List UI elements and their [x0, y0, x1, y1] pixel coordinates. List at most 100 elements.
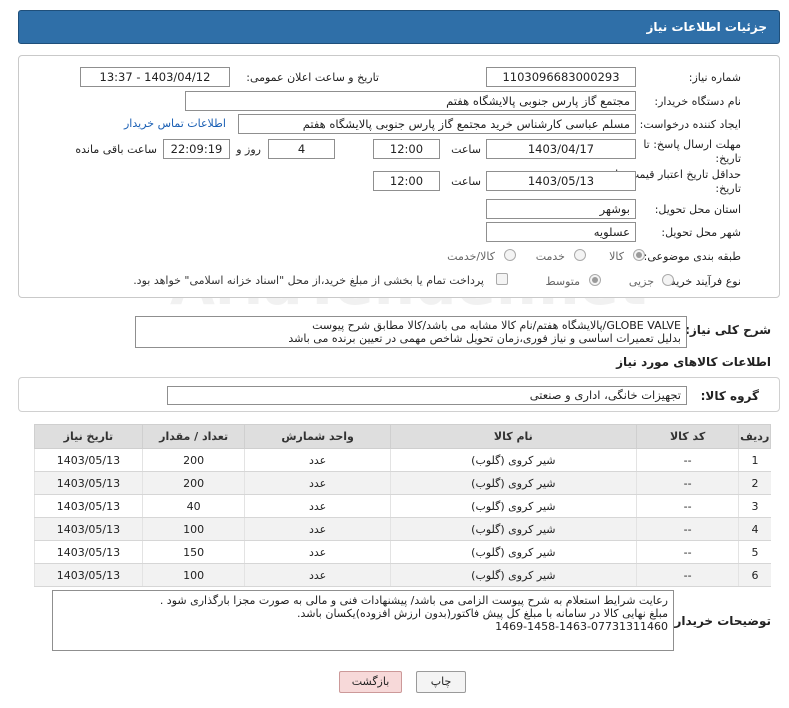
province-field: بوشهر [486, 199, 636, 219]
item-unit: عدد [244, 517, 391, 541]
deadline-time-label: ساعت [451, 143, 481, 156]
item-code: -- [635, 448, 739, 472]
validity-time-label: ساعت [451, 175, 481, 188]
category-both-radio[interactable] [504, 249, 516, 261]
remaining-label: ساعت باقی مانده [75, 143, 157, 156]
category-both-label: کالا/خدمت [447, 250, 495, 263]
goods-section-title: اطلاعات کالاهای مورد نیاز [616, 355, 771, 369]
row-number: 2 [738, 471, 771, 495]
table-row: 5 -- شیر کروی (گلوب) عدد 150 1403/05/13 [34, 540, 771, 564]
col-name-header: نام کالا [389, 424, 637, 449]
table-row: 3 -- شیر کروی (گلوب) عدد 40 1403/05/13 [34, 494, 771, 518]
category-goods-label: کالا [609, 250, 624, 263]
item-qty: 200 [141, 471, 245, 495]
announce-field: 1403/04/12 - 13:37 [80, 67, 230, 87]
row-number: 1 [738, 448, 771, 472]
table-row: 6 -- شیر کروی (گلوب) عدد 100 1403/05/13 [34, 563, 771, 587]
process-minor-radio[interactable] [662, 274, 674, 286]
buyer-notes-line-1: رعایت شرایط استعلام به شرح پیوست الزامی … [159, 594, 668, 607]
goods-group-label: گروه کالا: [700, 389, 759, 403]
goods-table: ردیف کد کالا نام کالا واحد شمارش تعداد /… [34, 424, 771, 587]
city-label: شهر محل تحویل: [661, 226, 741, 239]
category-service-radio[interactable] [574, 249, 586, 261]
page-header: جزئیات اطلاعات نیاز [18, 10, 780, 44]
item-code: -- [635, 563, 739, 587]
item-code: -- [635, 494, 739, 518]
category-goods-radio[interactable] [633, 249, 645, 261]
item-date: 1403/05/13 [34, 494, 143, 518]
announce-label: تاریخ و ساعت اعلان عمومی: [246, 71, 379, 84]
requester-field: مسلم عباسی کارشناس خرید مجتمع گاز پارس ج… [238, 114, 636, 134]
contact-buyer-link[interactable]: اطلاعات تماس خریدار [124, 117, 226, 130]
item-name: شیر کروی (گلوب) [389, 563, 637, 587]
city-field: عسلویه [486, 222, 636, 242]
validity-date-field: 1403/05/13 [486, 171, 636, 191]
item-unit: عدد [244, 448, 391, 472]
validity-time-field: 12:00 [373, 171, 440, 191]
row-number: 3 [738, 494, 771, 518]
item-qty: 150 [141, 540, 245, 564]
buyer-notes-line-2: مبلغ نهایی کالا در سامانه با مبلغ کل پیش… [296, 607, 668, 620]
item-code: -- [635, 471, 739, 495]
description-line-1: GLOBE VALVE/پالایشگاه هفتم/نام کالا مشاب… [312, 319, 681, 332]
validity-date-label: تاریخ: [715, 182, 741, 195]
item-name: شیر کروی (گلوب) [389, 517, 637, 541]
item-date: 1403/05/13 [34, 471, 143, 495]
row-number: 5 [738, 540, 771, 564]
item-qty: 40 [141, 494, 245, 518]
page-title: جزئیات اطلاعات نیاز [646, 20, 767, 34]
description-textarea: GLOBE VALVE/پالایشگاه هفتم/نام کالا مشاب… [135, 316, 687, 348]
need-number-label: شماره نیاز: [688, 71, 741, 84]
goods-table-header: ردیف کد کالا نام کالا واحد شمارش تعداد /… [34, 424, 771, 449]
process-label: نوع فرآیند خرید : [663, 275, 741, 288]
buyer-org-label: نام دستگاه خریدار: [654, 95, 741, 108]
deadline-time-field: 12:00 [373, 139, 440, 159]
process-minor-label: جزیی [628, 275, 654, 288]
item-qty: 200 [141, 448, 245, 472]
item-unit: عدد [244, 540, 391, 564]
buyer-notes-label: توضیحات خریدار: [669, 614, 771, 628]
item-qty: 100 [141, 563, 245, 587]
item-name: شیر کروی (گلوب) [389, 471, 637, 495]
buyer-notes-line-3: 1469-1458-1463-07731311460 [495, 620, 668, 633]
process-medium-radio[interactable] [589, 274, 601, 286]
treasury-note: پرداخت تمام یا بخشی از مبلغ خرید،از محل … [133, 274, 484, 287]
col-date-header: تاریخ نیاز [34, 424, 143, 449]
goods-group-field: تجهیزات خانگی، اداری و صنعتی [167, 386, 687, 405]
need-number-field: 1103096683000293 [486, 67, 636, 87]
province-label: استان محل تحویل: [654, 203, 741, 216]
category-label: طبقه بندی موضوعی: [643, 250, 741, 263]
table-row: 2 -- شیر کروی (گلوب) عدد 200 1403/05/13 [34, 471, 771, 495]
item-date: 1403/05/13 [34, 448, 143, 472]
deadline-date-label: تاریخ: [715, 152, 741, 165]
item-unit: عدد [244, 563, 391, 587]
item-unit: عدد [244, 494, 391, 518]
col-code-header: کد کالا [635, 424, 740, 449]
row-number: 6 [738, 563, 771, 587]
days-label: روز و [236, 143, 261, 156]
days-remaining-field: 4 [268, 139, 335, 159]
item-name: شیر کروی (گلوب) [389, 448, 637, 472]
col-unit-header: واحد شمارش [244, 424, 391, 449]
row-number: 4 [738, 517, 771, 541]
item-unit: عدد [244, 471, 391, 495]
item-code: -- [635, 517, 739, 541]
description-label: شرح کلی نیاز: [685, 323, 771, 337]
category-service-label: خدمت [535, 250, 565, 263]
requester-label: ایجاد کننده درخواست: [639, 118, 741, 131]
item-code: -- [635, 540, 739, 564]
table-row: 1 -- شیر کروی (گلوب) عدد 200 1403/05/13 [34, 448, 771, 472]
item-date: 1403/05/13 [34, 563, 143, 587]
buyer-notes-textarea: رعایت شرایط استعلام به شرح پیوست الزامی … [52, 590, 674, 651]
back-button[interactable]: بازگشت [339, 671, 402, 693]
print-button[interactable]: چاپ [416, 671, 466, 693]
table-row: 4 -- شیر کروی (گلوب) عدد 100 1403/05/13 [34, 517, 771, 541]
process-medium-label: متوسط [545, 275, 580, 288]
item-date: 1403/05/13 [34, 517, 143, 541]
buyer-org-field: مجتمع گاز پارس جنوبی پالایشگاه هفتم [185, 91, 636, 111]
item-name: شیر کروی (گلوب) [389, 494, 637, 518]
col-row-header: ردیف [738, 424, 771, 449]
treasury-checkbox[interactable] [496, 273, 508, 285]
deadline-label: مهلت ارسال پاسخ: تا [643, 138, 741, 151]
item-name: شیر کروی (گلوب) [389, 540, 637, 564]
